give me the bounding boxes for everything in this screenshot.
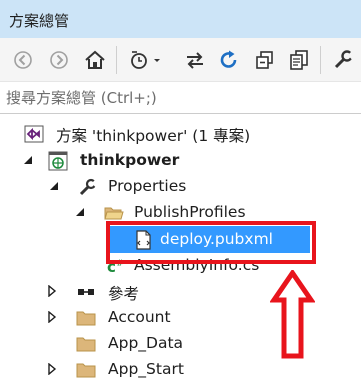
search-bar xyxy=(0,82,361,114)
toolbar xyxy=(0,38,361,82)
folder-open-icon xyxy=(104,203,124,223)
references-icon xyxy=(76,282,96,302)
refresh-icon[interactable] xyxy=(216,47,242,73)
tree-item-solution[interactable]: 方案 'thinkpower' (1 專案) xyxy=(0,120,361,146)
search-input[interactable] xyxy=(6,85,356,110)
web-project-icon xyxy=(48,151,68,171)
back-icon[interactable] xyxy=(10,47,36,73)
tree-item-label: PublishProfiles xyxy=(134,203,246,221)
tree-item-label: Account xyxy=(108,308,171,326)
tree-item-project[interactable]: thinkpower xyxy=(0,147,361,173)
tree-item-properties[interactable]: Properties xyxy=(0,173,361,199)
folder-icon xyxy=(76,360,96,380)
properties-wrench-icon[interactable] xyxy=(330,47,356,73)
tree-item-label: 參考 xyxy=(108,285,140,303)
expanded-arrow-icon[interactable] xyxy=(48,180,60,192)
folder-icon xyxy=(76,308,96,328)
annotation-highlight-box xyxy=(106,221,316,264)
forward-icon[interactable] xyxy=(46,47,72,73)
collapsed-arrow-icon[interactable] xyxy=(46,363,58,375)
tree-item-label: 方案 'thinkpower' (1 專案) xyxy=(56,127,251,145)
sync-icon[interactable] xyxy=(182,47,208,73)
toolbar-separator xyxy=(320,46,321,74)
expanded-arrow-icon[interactable] xyxy=(22,154,34,166)
tree-item-label: thinkpower xyxy=(80,151,180,169)
panel-title-bar: 方案總管 xyxy=(0,0,361,38)
panel-title: 方案總管 xyxy=(0,0,84,38)
show-all-files-icon[interactable] xyxy=(286,47,312,73)
tree-item-label: App_Data xyxy=(108,334,184,352)
solution-icon xyxy=(24,124,44,144)
collapse-all-icon[interactable] xyxy=(252,47,278,73)
tree-item-label: App_Start xyxy=(108,360,184,378)
expanded-arrow-icon[interactable] xyxy=(74,206,86,218)
history-icon[interactable] xyxy=(128,47,164,73)
annotation-up-arrow-icon xyxy=(270,270,315,359)
folder-icon xyxy=(76,334,96,354)
collapsed-arrow-icon[interactable] xyxy=(46,311,58,323)
home-icon[interactable] xyxy=(82,47,108,73)
collapsed-arrow-icon[interactable] xyxy=(46,285,58,297)
toolbar-separator xyxy=(116,46,117,74)
wrench-icon xyxy=(78,177,98,197)
tree-item-label: Properties xyxy=(108,177,187,195)
